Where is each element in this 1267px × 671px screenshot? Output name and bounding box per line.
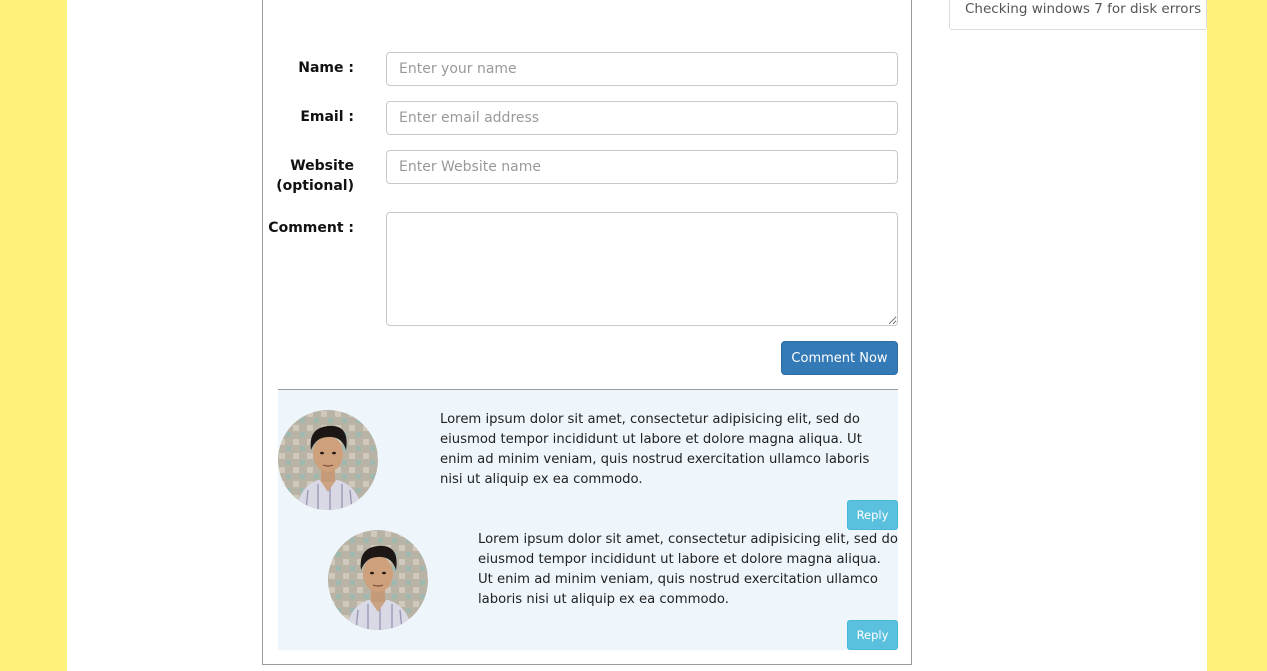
name-input[interactable] [386,52,898,86]
comments-list: Lorem ipsum dolor sit amet, consectetur … [278,390,898,650]
avatar-image [278,410,378,510]
comment-item: Lorem ipsum dolor sit amet, consectetur … [278,510,898,650]
page-content: Name : Email : Website (optional) Commen… [67,0,1207,671]
website-label-line2: (optional) [276,178,354,194]
reply-button[interactable]: Reply [847,620,898,650]
comment-text: Lorem ipsum dolor sit amet, consectetur … [440,412,870,487]
comment-now-button[interactable]: Comment Now [781,341,898,375]
website-input[interactable] [386,150,898,184]
email-label: Email : [300,109,354,125]
avatar [278,410,378,510]
comment-form-panel: Name : Email : Website (optional) Commen… [262,0,912,665]
website-label-line1: Website [290,158,354,174]
comment-text: Lorem ipsum dolor sit amet, consectetur … [478,532,898,607]
email-input[interactable] [386,101,898,135]
website-label: Website (optional) [276,156,354,196]
comment-label: Comment : [268,220,354,236]
name-label: Name : [298,60,354,76]
sidebar-post-list: Checking windows 7 for disk errors [949,0,1207,30]
avatar-image [328,530,428,630]
comment-textarea[interactable] [386,212,898,326]
sidebar-post-link[interactable]: Checking windows 7 for disk errors [965,1,1201,17]
avatar [328,530,428,630]
comment-item: Lorem ipsum dolor sit amet, consectetur … [278,390,898,530]
